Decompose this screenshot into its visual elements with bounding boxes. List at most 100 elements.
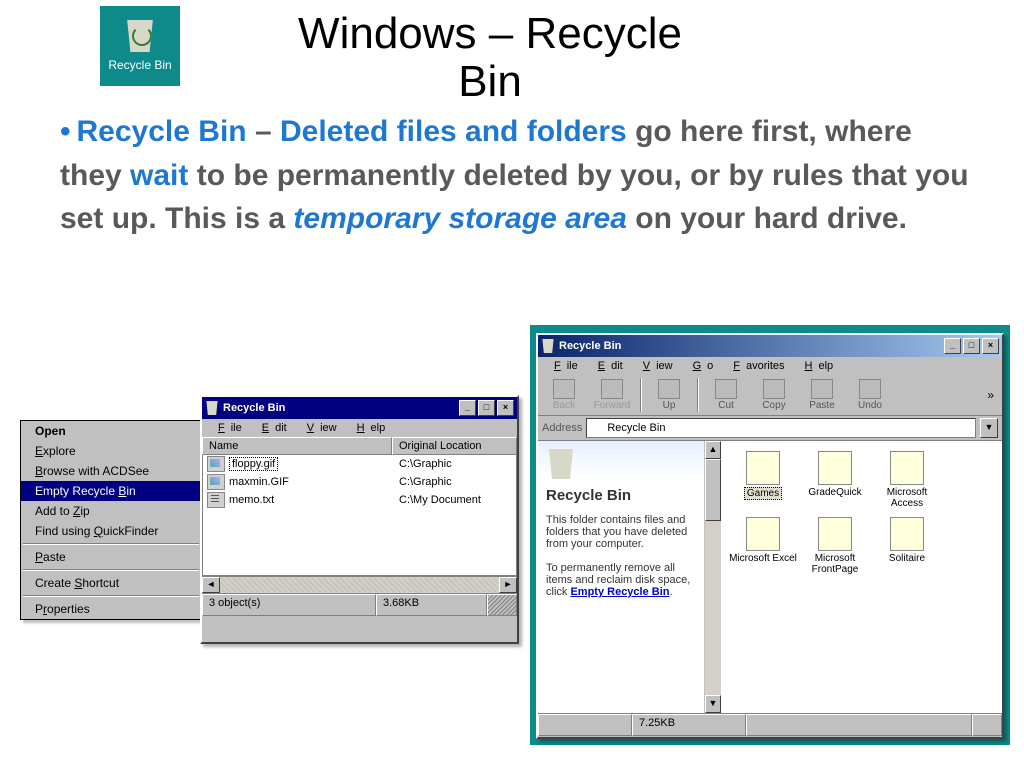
toolbar-separator	[697, 378, 698, 412]
menu-help[interactable]: Help	[345, 421, 392, 435]
menu-item[interactable]: Find using QuickFinder	[21, 521, 201, 541]
file-icon	[207, 456, 225, 472]
recycle-bin-icon	[205, 401, 219, 415]
file-icon-item[interactable]: Solitaire	[873, 517, 941, 575]
menu-item[interactable]: Empty Recycle Bin	[21, 481, 201, 501]
resize-grip-icon[interactable]	[972, 714, 1002, 736]
undo-icon	[859, 379, 881, 399]
recycle-bin-window-large: Recycle Bin _ □ × FileEditViewGoFavorite…	[536, 333, 1004, 739]
list-item[interactable]: memo.txtC:\My Document	[203, 491, 516, 509]
statusbar: 7.25KB	[538, 713, 1002, 736]
menu-item[interactable]: Browse with ACDSee	[21, 461, 201, 481]
toolbar-paste-button[interactable]: Paste	[798, 377, 846, 413]
recycle-bin-icon	[546, 449, 576, 479]
menubar: FileEditViewGoFavoritesHelp	[538, 357, 1002, 375]
menu-item-paste[interactable]: Paste	[21, 547, 201, 567]
list-item[interactable]: maxmin.GIFC:\Graphic	[203, 473, 516, 491]
close-button[interactable]: ×	[497, 400, 514, 416]
menu-view[interactable]: View	[295, 421, 343, 435]
file-icon-item[interactable]: Microsoft Excel	[729, 517, 797, 575]
menu-help[interactable]: Help	[793, 359, 840, 373]
desktop-background: Recycle Bin _ □ × FileEditViewGoFavorite…	[530, 325, 1010, 745]
keyword-deleted-files: Deleted files and folders	[280, 115, 627, 148]
recycle-bin-icon	[541, 339, 555, 353]
file-icon-item[interactable]: Microsoft Access	[873, 451, 941, 509]
info-pane: Recycle Bin This folder contains files a…	[538, 441, 705, 713]
scroll-down-icon[interactable]: ▼	[705, 695, 721, 713]
keyword-wait: wait	[130, 159, 188, 192]
menu-separator	[23, 595, 199, 597]
column-name[interactable]: Name	[202, 437, 392, 455]
toolbar-copy-button[interactable]: Copy	[750, 377, 798, 413]
app-icon	[746, 451, 780, 485]
empty-recycle-bin-link[interactable]: Empty Recycle Bin	[570, 586, 669, 598]
toolbar: BackForwardUpCutCopyPasteUndo »	[538, 375, 1002, 416]
scroll-up-icon[interactable]: ▲	[705, 441, 721, 459]
menu-separator	[23, 543, 199, 545]
menu-edit[interactable]: Edit	[586, 359, 629, 373]
recycle-bin-icon	[124, 20, 156, 52]
list-item[interactable]: floppy.gifC:\Graphic	[203, 455, 516, 473]
toolbar-cut-button[interactable]: Cut	[702, 377, 750, 413]
back-icon	[553, 379, 575, 399]
file-list: floppy.gifC:\Graphicmaxmin.GIFC:\Graphic…	[202, 455, 517, 576]
scroll-right-icon[interactable]: ►	[499, 577, 517, 593]
menu-edit[interactable]: Edit	[250, 421, 293, 435]
menu-item-properties[interactable]: Properties	[21, 599, 201, 619]
menu-item-create-shortcut[interactable]: Create Shortcut	[21, 573, 201, 593]
status-size: 3.68KB	[376, 594, 487, 616]
address-value: Recycle Bin	[607, 422, 665, 434]
file-icon-item[interactable]: GradeQuick	[801, 451, 869, 509]
menu-favorites[interactable]: Favorites	[721, 359, 790, 373]
minimize-button[interactable]: _	[944, 338, 961, 354]
status-size: 7.25KB	[632, 714, 746, 736]
menu-view[interactable]: View	[631, 359, 679, 373]
minimize-button[interactable]: _	[459, 400, 476, 416]
app-icon	[818, 451, 852, 485]
menu-item[interactable]: Add to Zip	[21, 501, 201, 521]
toolbar-back-button: Back	[540, 377, 588, 413]
horizontal-scrollbar[interactable]: ◄ ►	[202, 576, 517, 593]
info-pane-text2: To permanently remove all items and recl…	[546, 562, 696, 598]
desktop-recycle-bin-icon: Recycle Bin	[100, 6, 180, 86]
menu-item[interactable]: Explore	[21, 441, 201, 461]
copy-icon	[763, 379, 785, 399]
toolbar-undo-button[interactable]: Undo	[846, 377, 894, 413]
titlebar[interactable]: Recycle Bin _ □ ×	[538, 335, 1002, 357]
bullet-icon: •	[60, 115, 71, 148]
menu-file[interactable]: File	[542, 359, 584, 373]
statusbar: 3 object(s) 3.68KB	[202, 593, 517, 616]
menu-item[interactable]: Open	[21, 421, 201, 441]
address-dropdown-icon[interactable]: ▼	[980, 418, 998, 438]
menu-file[interactable]: File	[206, 421, 248, 435]
titlebar[interactable]: Recycle Bin _ □ ×	[202, 397, 517, 419]
menu-separator	[23, 569, 199, 571]
file-icon-item[interactable]: Microsoft FrontPage	[801, 517, 869, 575]
menu-go[interactable]: Go	[681, 359, 720, 373]
scroll-thumb[interactable]	[705, 459, 721, 521]
toolbar-forward-button: Forward	[588, 377, 636, 413]
app-icon	[818, 517, 852, 551]
maximize-button[interactable]: □	[478, 400, 495, 416]
desktop-icon-label: Recycle Bin	[108, 58, 171, 72]
context-menu: OpenExploreBrowse with ACDSeeEmpty Recyc…	[20, 420, 202, 620]
scroll-left-icon[interactable]: ◄	[202, 577, 220, 593]
slide-body-text: •Recycle Bin – Deleted files and folders…	[60, 110, 970, 241]
address-bar: Address Recycle Bin ▼	[538, 416, 1002, 441]
explorer-body: Recycle Bin This folder contains files a…	[538, 441, 1002, 713]
file-icon-item[interactable]: Games	[729, 451, 797, 509]
recycle-bin-window-small: Recycle Bin _ □ × FileEditViewHelp Name …	[200, 395, 519, 644]
toolbar-up-button[interactable]: Up	[645, 377, 693, 413]
app-icon	[746, 517, 780, 551]
vertical-scrollbar[interactable]: ▲ ▼	[705, 441, 721, 713]
address-field[interactable]: Recycle Bin	[586, 418, 976, 438]
file-icon	[207, 474, 225, 490]
keyword-temp-storage: temporary storage area	[293, 202, 627, 235]
maximize-button[interactable]: □	[963, 338, 980, 354]
resize-grip-icon[interactable]	[487, 594, 517, 616]
toolbar-overflow-icon[interactable]: »	[981, 384, 1000, 406]
column-original-location[interactable]: Original Location	[392, 437, 517, 455]
info-pane-text: This folder contains files and folders t…	[546, 514, 696, 550]
list-header: Name Original Location	[202, 437, 517, 455]
close-button[interactable]: ×	[982, 338, 999, 354]
